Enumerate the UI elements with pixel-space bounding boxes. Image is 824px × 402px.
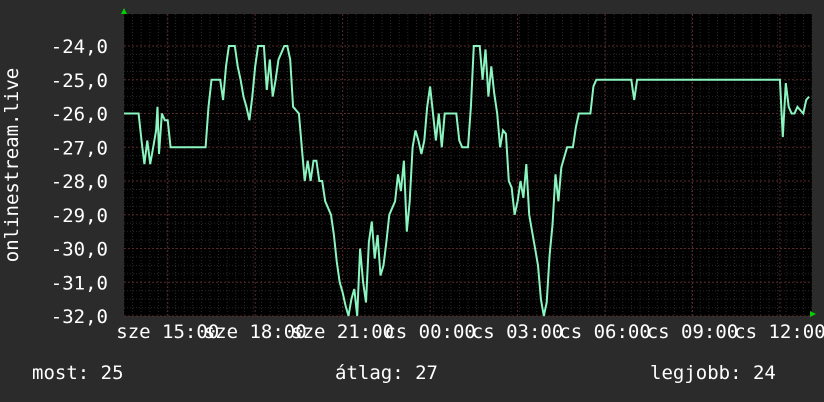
y-ticks: -24,0 -25,0 -26,0 -27,0 -28,0 -29,0 -30,0 -31,0… [51,36,108,328]
y-tick-label: -30,0 [51,239,108,261]
x-tick-label: sze 21:00 [291,321,394,343]
x-ticks: sze 15:00sze 18:00sze 21:00cs 00:00cs 03… [116,321,824,343]
line-chart: -24,0 -25,0 -26,0 -27,0 -28,0 -29,0 -30,0 -31,0… [1,8,824,343]
legend-average: átlag: 27 [335,362,438,384]
x-tick-label: cs 09:00 [647,321,739,343]
y-axis-label: onlinestream.live [1,68,23,262]
x-axis-arrow-icon [810,311,816,317]
legend-best: legjobb: 24 [650,362,776,384]
x-tick-label: cs 12:00 [734,321,824,343]
y-tick-label: -27,0 [51,137,108,159]
y-axis-arrow-icon [121,8,127,14]
y-tick-label: -32,0 [51,306,108,328]
x-tick-label: cs 00:00 [384,321,476,343]
y-tick-label: -24,0 [51,36,108,58]
x-tick-label: cs 03:00 [472,321,564,343]
y-tick-label: -25,0 [51,70,108,92]
y-tick-label: -28,0 [51,171,108,193]
x-tick-label: cs 06:00 [559,321,651,343]
y-tick-label: -29,0 [51,205,108,227]
y-tick-label: -31,0 [51,272,108,294]
legend-current: most: 25 [32,362,124,384]
y-tick-label: -26,0 [51,104,108,126]
